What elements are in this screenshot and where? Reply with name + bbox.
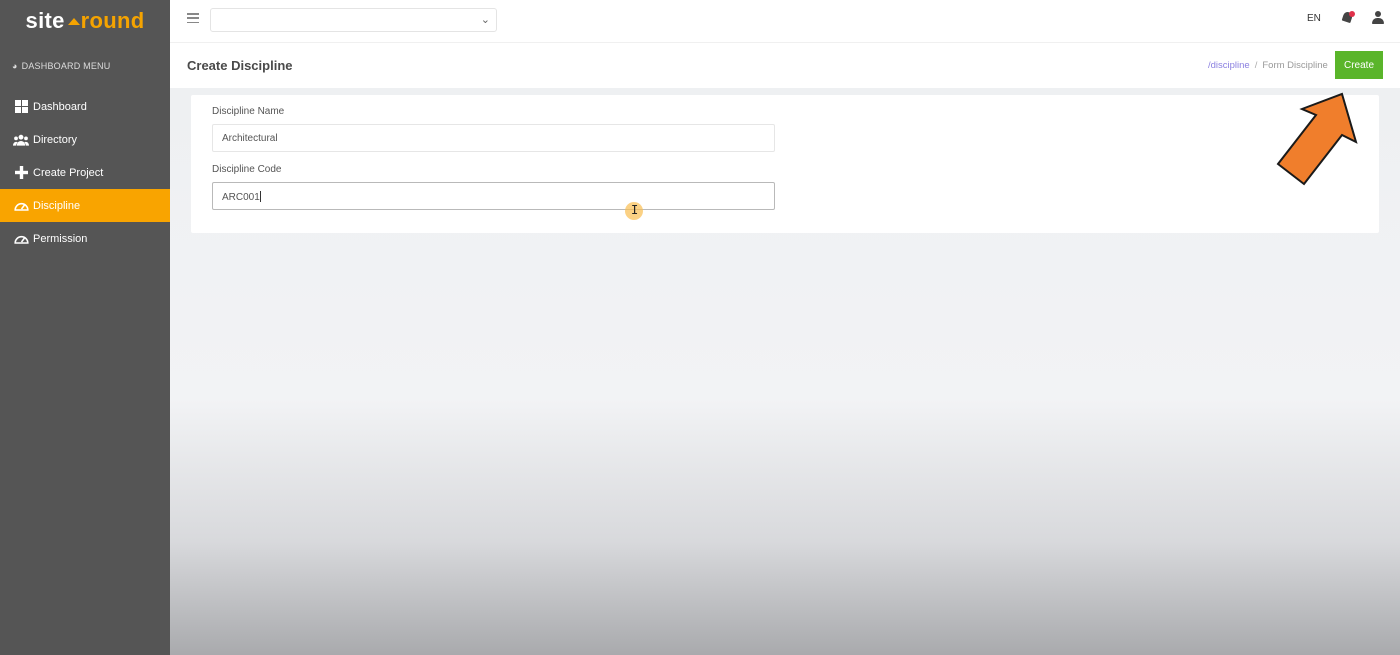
sidebar-item-label: Discipline (33, 199, 81, 212)
language-switcher[interactable]: EN (1307, 13, 1321, 24)
page-header: Create Discipline /discipline / Form Disci… (170, 42, 1400, 88)
sidebar-item-label: Directory (33, 133, 78, 146)
sidebar-item-directory[interactable]: Directory (0, 123, 170, 156)
breadcrumb: /discipline / Form Discipline (1208, 60, 1328, 71)
discipline-name-label: Discipline Name (212, 106, 285, 117)
discipline-code-value: ARC001 (222, 192, 260, 203)
sidebar-item-label: Dashboard (33, 100, 87, 113)
sidebar-item-label: Permission (33, 232, 88, 245)
gauge-icon (13, 199, 29, 213)
logo-text-round: round (80, 8, 145, 33)
menu-header: ◕ DASHBOARD MENU (0, 42, 170, 90)
form-card: Discipline Name Architectural Discipline… (191, 95, 1379, 233)
plus-icon (13, 166, 29, 180)
sidebar: site round ◕ DASHBOARD MENU Dashboard Dir… (0, 0, 170, 655)
logo-text-site: site (25, 8, 65, 33)
chevron-down-icon: ⌄ (480, 14, 490, 26)
breadcrumb-link-discipline[interactable]: /discipline (1208, 60, 1250, 71)
annotation-arrow-icon (1276, 92, 1358, 186)
notification-dot (1349, 11, 1355, 17)
menu-header-label: DASHBOARD MENU (21, 61, 111, 71)
project-select[interactable]: ⌄ (210, 8, 497, 32)
logo-triangle-icon (67, 17, 80, 25)
grid-icon (13, 100, 29, 114)
create-button[interactable]: Create (1335, 51, 1383, 79)
ibeam-cursor-icon: I (631, 203, 639, 217)
page-title: Create Discipline (187, 58, 293, 73)
users-icon (13, 133, 29, 147)
hamburger-icon[interactable] (187, 13, 199, 23)
discipline-name-value: Architectural (222, 133, 278, 144)
sidebar-item-create-project[interactable]: Create Project (0, 156, 170, 189)
dashboard-gauge-icon: ◕ (12, 61, 18, 71)
user-icon[interactable] (1372, 11, 1384, 25)
top-bar: ⌄ EN (170, 0, 1400, 42)
sidebar-item-label: Create Project (33, 166, 104, 179)
breadcrumb-separator: / (1254, 60, 1258, 71)
discipline-code-label: Discipline Code (212, 164, 282, 175)
discipline-name-input[interactable]: Architectural (212, 124, 775, 152)
breadcrumb-current: Form Discipline (1262, 60, 1328, 71)
bell-icon[interactable] (1341, 10, 1355, 26)
sidebar-item-dashboard[interactable]: Dashboard (0, 90, 170, 123)
app-logo[interactable]: site round (0, 0, 170, 42)
discipline-code-input[interactable]: ARC001 (212, 182, 775, 210)
sidebar-item-permission[interactable]: Permission (0, 222, 170, 255)
gauge-icon (13, 232, 29, 246)
sidebar-item-discipline[interactable]: Discipline (0, 189, 170, 222)
text-caret (259, 191, 261, 202)
main-content: Discipline Name Architectural Discipline… (170, 88, 1400, 655)
